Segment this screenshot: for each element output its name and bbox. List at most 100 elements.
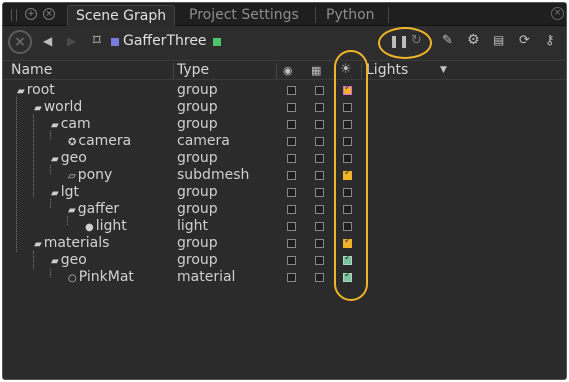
tab-project-settings[interactable]: Project Settings bbox=[181, 5, 307, 26]
pencil-icon[interactable]: ✎ bbox=[442, 33, 453, 48]
table-row[interactable]: ▰ materials group bbox=[3, 235, 566, 252]
table-row[interactable]: ▰ lgt group bbox=[3, 184, 566, 201]
tree-item[interactable]: ○ PinkMat bbox=[68, 269, 134, 286]
node-graph-icon[interactable]: ⌑ bbox=[93, 31, 101, 49]
render-checkbox[interactable] bbox=[315, 205, 324, 214]
chevron-down-icon[interactable]: ▼ bbox=[440, 65, 447, 75]
render-checkbox[interactable] bbox=[315, 137, 324, 146]
panel-grip-icon[interactable] bbox=[11, 9, 17, 21]
location-name: world bbox=[43, 99, 83, 115]
table-row[interactable]: ○ PinkMat material bbox=[3, 269, 566, 286]
viewer-visibility-checkbox[interactable] bbox=[287, 103, 296, 112]
table-row[interactable]: ▰ geo group bbox=[3, 150, 566, 167]
viewer-visibility-icon[interactable]: ◉ bbox=[283, 64, 293, 77]
render-checkbox[interactable] bbox=[315, 222, 324, 231]
group-icon: ▰ bbox=[34, 239, 42, 250]
table-header: Name Type ◉ ▦ ☀ Lights ▼ bbox=[3, 60, 566, 80]
node-color-swatch bbox=[111, 38, 119, 46]
tree-item[interactable]: ✪ camera bbox=[68, 133, 131, 150]
viewer-visibility-checkbox[interactable] bbox=[287, 256, 296, 265]
tree-item[interactable]: ▰ root bbox=[17, 82, 55, 99]
column-divider bbox=[276, 63, 277, 79]
camera-icon: ✪ bbox=[68, 137, 77, 148]
viewer-visibility-checkbox[interactable] bbox=[287, 137, 296, 146]
key-icon[interactable]: ⚷ bbox=[545, 33, 555, 48]
location-name: geo bbox=[60, 150, 87, 166]
name-column-header[interactable]: Name bbox=[11, 62, 52, 78]
render-checkbox[interactable] bbox=[315, 273, 324, 282]
location-type: group bbox=[177, 99, 218, 115]
back-arrow-icon[interactable]: ◀ bbox=[43, 34, 52, 48]
panel-options-icon[interactable]: + bbox=[25, 8, 37, 20]
render-checkbox[interactable] bbox=[315, 171, 324, 180]
mesh-icon: ▱ bbox=[68, 171, 76, 182]
table-row[interactable]: ✪ camera camera bbox=[3, 133, 566, 150]
group-icon: ▰ bbox=[51, 154, 59, 165]
tree-item[interactable]: ▰ cam bbox=[51, 116, 91, 133]
clapper-icon[interactable]: ▤ bbox=[493, 33, 504, 47]
tab-scene-graph[interactable]: Scene Graph bbox=[67, 5, 176, 26]
viewer-visibility-checkbox[interactable] bbox=[287, 120, 296, 129]
tree-item[interactable]: ▰ geo bbox=[51, 252, 87, 269]
viewer-visibility-checkbox[interactable] bbox=[287, 239, 296, 248]
viewed-node-name[interactable]: GafferThree bbox=[123, 33, 207, 49]
table-row[interactable]: ▱ pony subdmesh bbox=[3, 167, 566, 184]
scene-graph-panel: + × Scene Graph Project Settings Python … bbox=[2, 2, 567, 380]
location-type: light bbox=[177, 218, 209, 234]
viewer-visibility-checkbox[interactable] bbox=[287, 205, 296, 214]
group-icon: ▰ bbox=[51, 188, 59, 199]
location-type: subdmesh bbox=[177, 167, 250, 183]
location-type: group bbox=[177, 252, 218, 268]
refresh-icon[interactable]: ↻ bbox=[411, 33, 422, 48]
location-name: light bbox=[95, 218, 127, 234]
lights-column-header[interactable]: Lights bbox=[366, 62, 408, 78]
tree-item[interactable]: ▰ world bbox=[34, 99, 82, 116]
tree-item[interactable]: ▰ gaffer bbox=[68, 201, 119, 218]
table-row[interactable]: ● light light bbox=[3, 218, 566, 235]
table-row[interactable]: ▰ root group bbox=[3, 82, 566, 99]
render-checkbox[interactable] bbox=[315, 86, 324, 95]
forward-arrow-icon[interactable]: ▶ bbox=[67, 34, 76, 48]
render-checkbox[interactable] bbox=[315, 239, 324, 248]
tree-item[interactable]: ▱ pony bbox=[68, 167, 112, 184]
sync-icon[interactable]: ⟳ bbox=[519, 33, 530, 48]
type-column-header[interactable]: Type bbox=[177, 62, 209, 78]
viewer-visibility-checkbox[interactable] bbox=[287, 222, 296, 231]
viewer-visibility-checkbox[interactable] bbox=[287, 171, 296, 180]
material-icon: ○ bbox=[68, 273, 77, 284]
table-row[interactable]: ▰ cam group bbox=[3, 116, 566, 133]
viewer-visibility-checkbox[interactable] bbox=[287, 188, 296, 197]
location-type: camera bbox=[177, 133, 230, 149]
group-icon: ▰ bbox=[68, 205, 76, 216]
tree-item[interactable]: ▰ materials bbox=[34, 235, 109, 252]
scene-graph-toolbar: × ◀ ▶ ⌑ GafferThree ❚❚ ↻ ✎ ⚙ ▤ ⟳ ⚷ bbox=[3, 26, 566, 60]
group-icon: ▰ bbox=[51, 256, 59, 267]
table-row[interactable]: ▰ world group bbox=[3, 99, 566, 116]
tree-item[interactable]: ● light bbox=[85, 218, 127, 235]
location-name: cam bbox=[60, 116, 91, 132]
viewer-visibility-checkbox[interactable] bbox=[287, 154, 296, 163]
tab-python[interactable]: Python bbox=[318, 5, 383, 26]
location-type: group bbox=[177, 150, 218, 166]
location-type: group bbox=[177, 82, 218, 98]
pause-icon[interactable]: ❚❚ bbox=[389, 34, 409, 48]
tree-item[interactable]: ▰ geo bbox=[51, 150, 87, 167]
gear-icon[interactable]: ⚙ bbox=[467, 32, 480, 48]
location-name: lgt bbox=[60, 184, 79, 200]
viewer-visibility-checkbox[interactable] bbox=[287, 86, 296, 95]
close-tab-icon[interactable]: × bbox=[551, 7, 564, 20]
viewer-visibility-checkbox[interactable] bbox=[287, 273, 296, 282]
render-checkbox[interactable] bbox=[315, 256, 324, 265]
render-checkbox[interactable] bbox=[315, 103, 324, 112]
tree-item[interactable]: ▰ lgt bbox=[51, 184, 79, 201]
render-checkbox[interactable] bbox=[315, 120, 324, 129]
close-circle-icon[interactable]: × bbox=[8, 30, 32, 54]
render-checkbox[interactable] bbox=[315, 154, 324, 163]
table-row[interactable]: ▰ gaffer group bbox=[3, 201, 566, 218]
render-icon[interactable]: ▦ bbox=[311, 64, 321, 77]
group-icon: ▰ bbox=[34, 103, 42, 114]
panel-close-icon[interactable]: × bbox=[43, 8, 55, 20]
render-checkbox[interactable] bbox=[315, 188, 324, 197]
table-row[interactable]: ▰ geo group bbox=[3, 252, 566, 269]
group-icon: ▰ bbox=[51, 120, 59, 131]
